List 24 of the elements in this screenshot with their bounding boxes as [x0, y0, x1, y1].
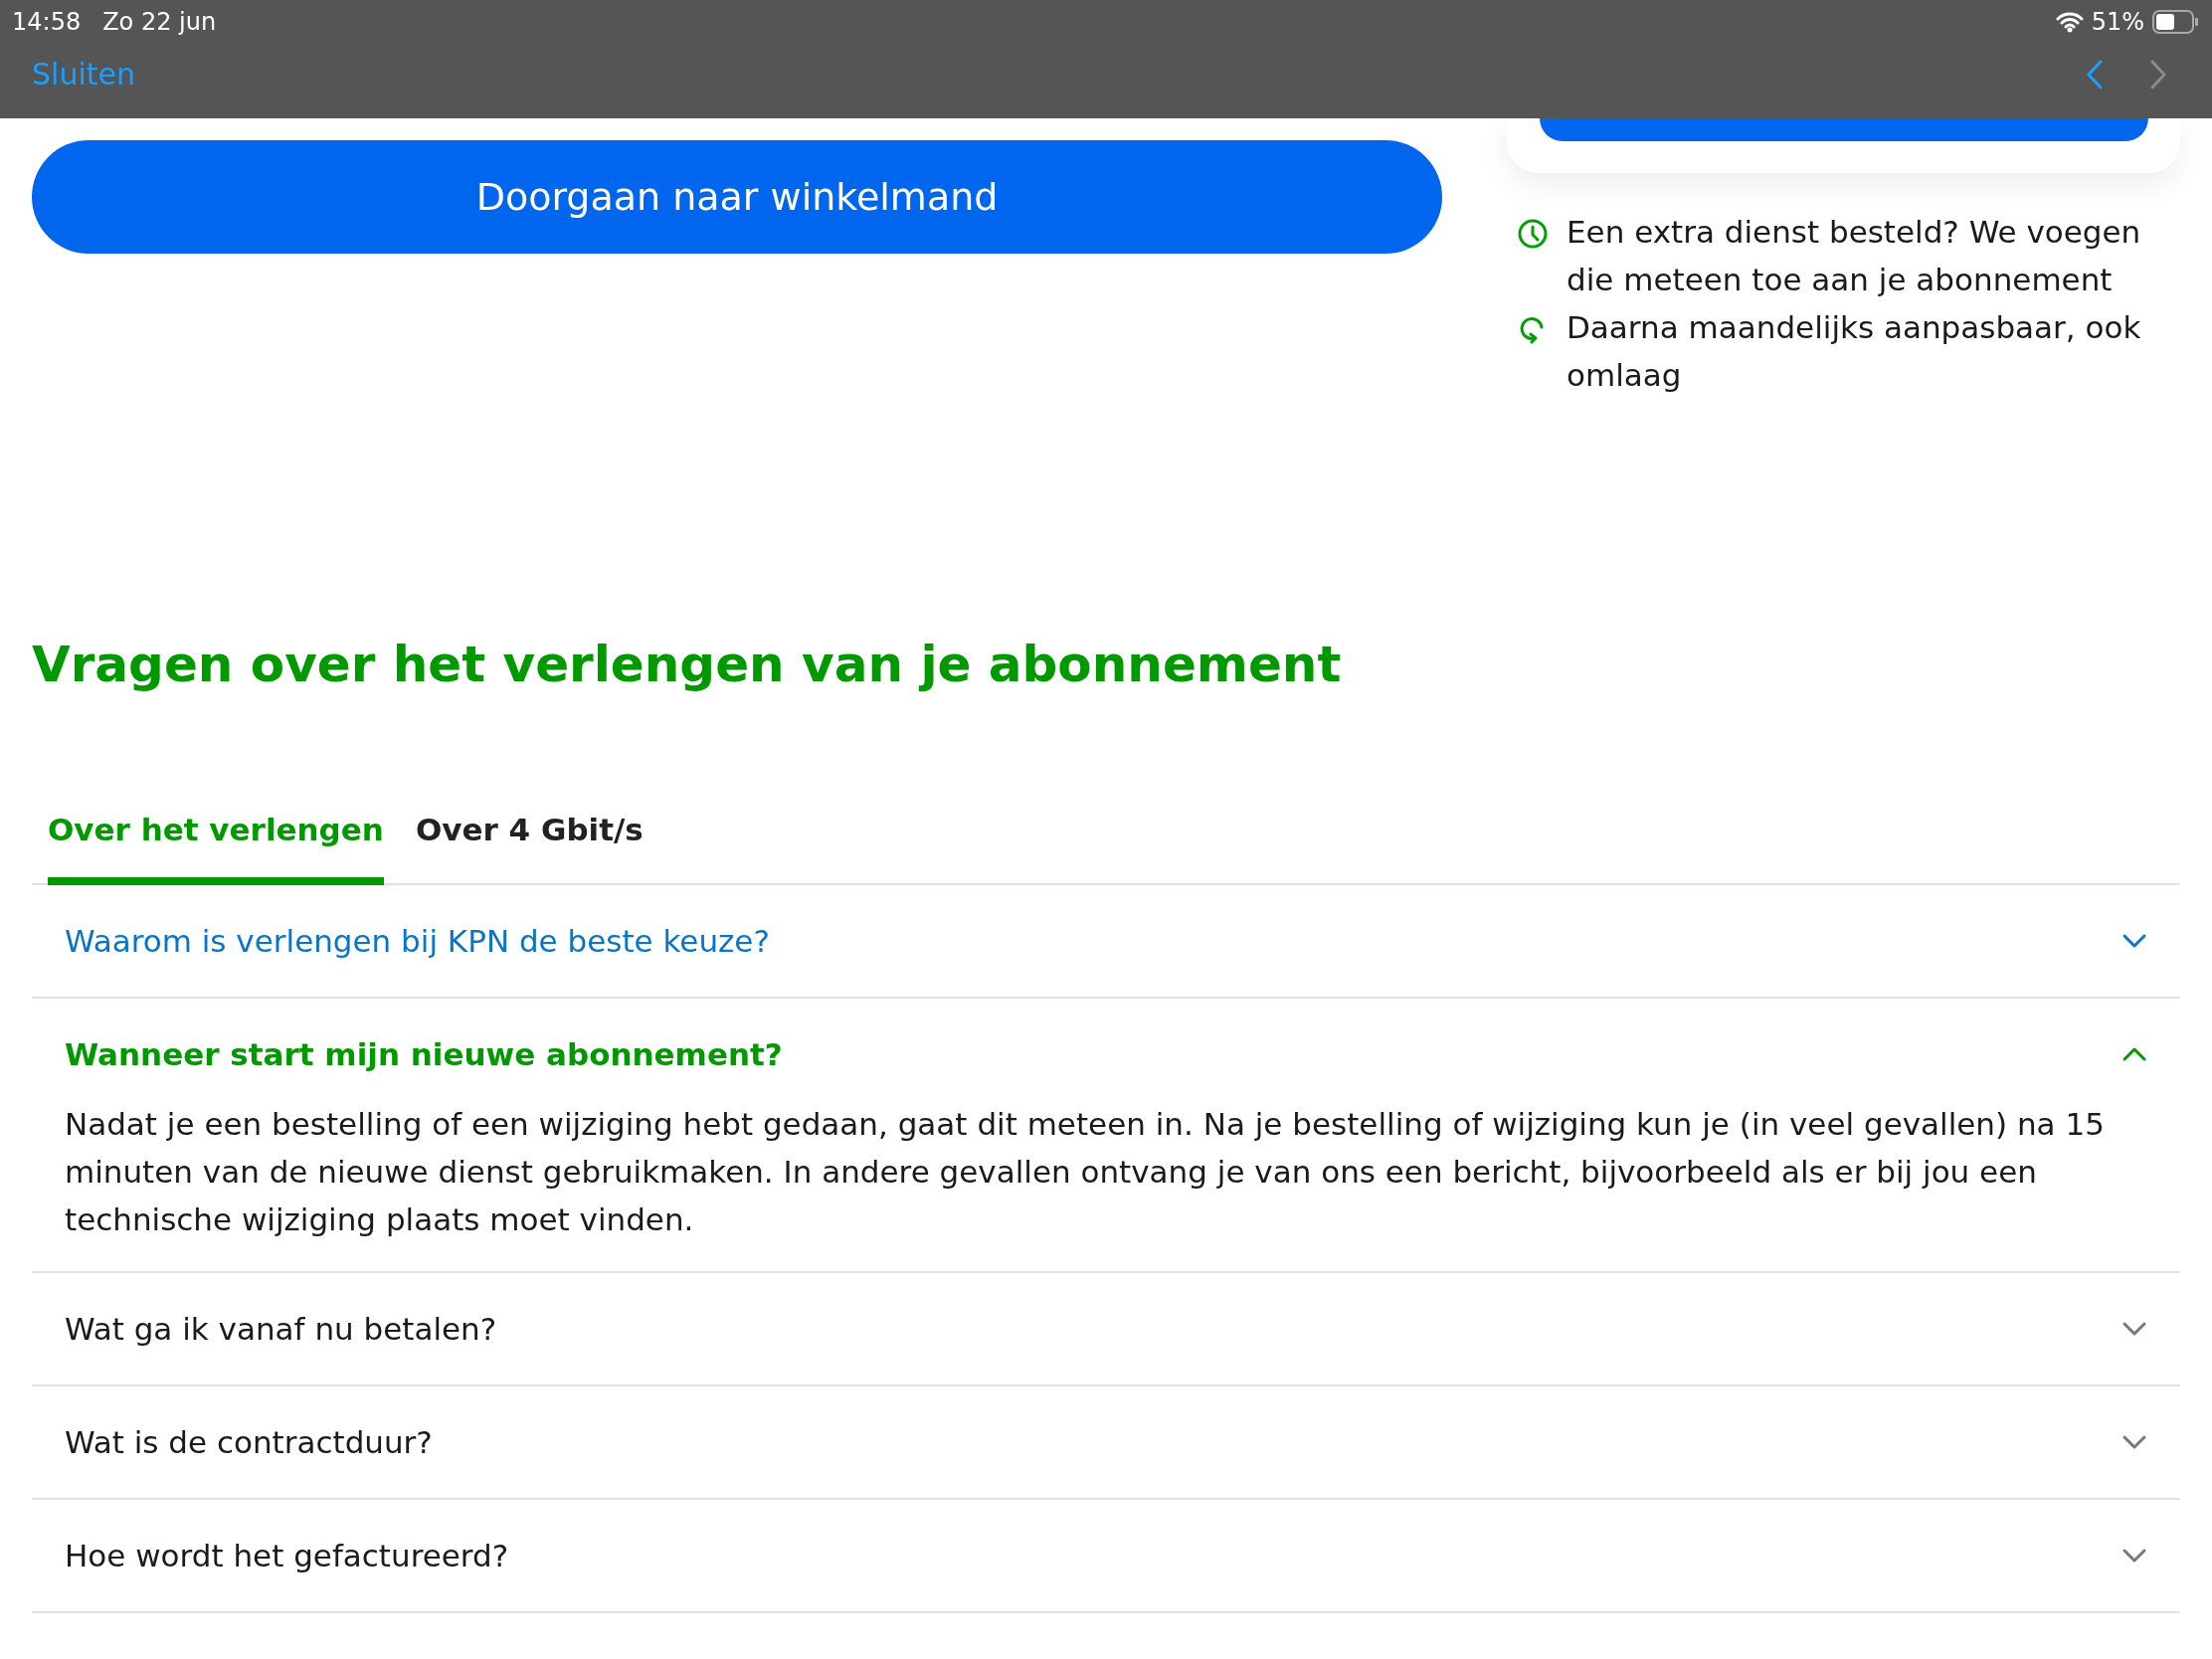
faq-question[interactable]: Wat is de contractduur? [65, 1418, 433, 1466]
chevron-down-icon[interactable] [2121, 1548, 2147, 1564]
faq-answer: Nadat je een bestelling of een wijziging hebt gedaan, gaat dit meteen in. Na je bestelling of wijziging kun je (in veel gevallen) na 15 minuten van de nieuwe dienst gebruikmaken. In andere gevallen ontvang je van ons een bericht, bijvoorbeeld als er bij jou een technische wijziging plaats moet vinden. [65, 1105, 2106, 1239]
close-link[interactable]: Sluiten [32, 52, 135, 96]
battery-percentage: 51% [2091, 7, 2144, 38]
benefit-text: Een extra dienst besteld? We voegen die meteen toe aan je abonnement [1567, 213, 2142, 299]
chevron-up-icon[interactable] [2121, 1046, 2147, 1062]
chevron-down-icon[interactable] [2121, 1434, 2147, 1450]
status-time: 14:58 [12, 7, 82, 38]
faq-question[interactable]: Wanneer start mijn nieuwe abonnement? [65, 1030, 783, 1078]
chevron-down-icon[interactable] [2121, 1321, 2147, 1337]
cart-button[interactable]: Doorgaan naar winkelmand [32, 140, 1442, 254]
faq-question[interactable]: Hoe wordt het gefactureerd? [65, 1532, 509, 1579]
faq-question[interactable]: Waarom is verlengen bij KPN de beste keuze? [65, 917, 770, 965]
section-heading: Vragen over het verlengen van je abonnement [32, 635, 1343, 695]
clock-icon [1517, 218, 1549, 250]
tab[interactable]: Over het verlengen [48, 776, 384, 885]
benefit-text: Daarna maandelijks aanpasbaar, ook omlaag [1567, 308, 2142, 395]
chevron-down-icon[interactable] [2121, 933, 2147, 949]
faq-question[interactable]: Wat ga ik vanaf nu betalen? [65, 1305, 497, 1353]
status-date: Zo 22 jun [102, 7, 217, 38]
tab[interactable]: Over 4 Gbit/s [415, 776, 644, 885]
wifi-icon [2055, 11, 2084, 33]
battery-icon [2152, 10, 2200, 34]
